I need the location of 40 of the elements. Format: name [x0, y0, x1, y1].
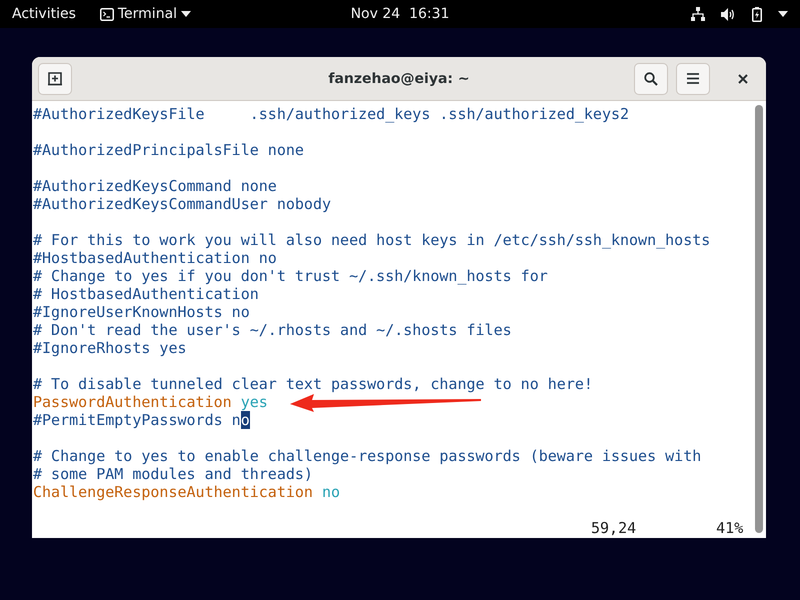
search-button[interactable]	[634, 62, 668, 94]
comment-text: #AuthorizedKeysFile .ssh/authorized_keys .ssh/authorized_keys2	[33, 105, 630, 123]
keyword-text: PasswordAuthentication	[33, 393, 232, 411]
comment-text: # some PAM modules and threads)	[33, 465, 313, 483]
comment-text: #AuthorizedKeysCommandUser nobody	[33, 195, 332, 213]
cursor-character: o	[240, 411, 250, 429]
new-tab-icon	[48, 72, 62, 86]
comment-text: #AuthorizedPrincipalsFile none	[33, 141, 304, 159]
battery-icon[interactable]	[752, 6, 762, 22]
comment-text: # To disable tunneled clear text passwords, change to no here!	[33, 375, 593, 393]
network-icon[interactable]	[691, 7, 705, 21]
volume-icon[interactable]	[721, 8, 736, 20]
comment-text: # For this to work you will also need host keys in /etc/ssh/ssh_known_hosts	[33, 231, 710, 249]
comment-text: #PermitEmptyPasswords n	[33, 411, 241, 429]
caret-icon	[181, 11, 192, 17]
comment-text: # Change to yes to enable challenge-response passwords (beware issues with	[33, 447, 702, 465]
clock[interactable]: Nov 24 16:31	[350, 4, 450, 25]
terminal-icon	[100, 8, 114, 20]
menu-icon	[687, 73, 699, 84]
scroll-percent: 41%	[716, 519, 744, 537]
caret-icon[interactable]	[778, 11, 788, 17]
comment-text: # Change to yes if you don't trust ~/.ssh/known_hosts for	[33, 267, 548, 285]
activities-button[interactable]: Activities	[12, 4, 76, 24]
menu-button[interactable]	[676, 62, 710, 94]
close-icon	[738, 74, 748, 84]
value-text: no	[322, 483, 340, 501]
comment-text: #HostbasedAuthentication no	[33, 249, 277, 267]
app-menu[interactable]: Terminal	[118, 4, 178, 24]
cursor-position: 59,24	[591, 519, 636, 537]
comment-text: #IgnoreRhosts yes	[33, 339, 187, 357]
scrollbar-thumb[interactable]	[755, 105, 763, 533]
new-tab-button[interactable]	[38, 62, 72, 94]
value-text: yes	[240, 393, 268, 411]
comment-text: # HostbasedAuthentication	[33, 285, 259, 303]
comment-text: #IgnoreUserKnownHosts no	[33, 303, 250, 321]
search-icon	[644, 72, 658, 86]
comment-text: #AuthorizedKeysCommand none	[33, 177, 277, 195]
window-title: fanzehao@eiya: ~	[328, 70, 470, 89]
comment-text: # Don't read the user's ~/.rhosts and ~/.shosts files	[33, 321, 512, 339]
keyword-text: ChallengeResponseAuthentication	[33, 483, 313, 501]
